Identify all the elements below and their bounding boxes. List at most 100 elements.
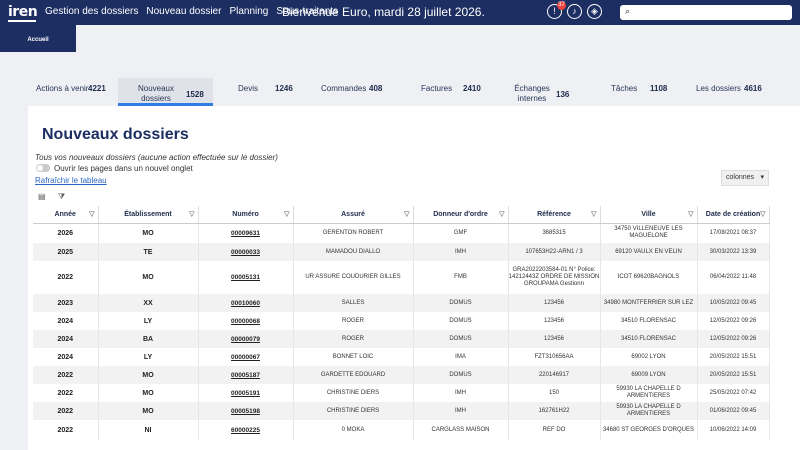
cell-numero[interactable]: 00005191 bbox=[198, 384, 294, 402]
col-annee[interactable]: Année ▽ bbox=[33, 206, 99, 224]
filter-icon[interactable]: ▽ bbox=[404, 210, 409, 218]
search-input[interactable]: ⌕ bbox=[620, 5, 792, 20]
cell-donneur-ordre: IMH bbox=[413, 402, 509, 420]
tab-les-dossiers[interactable]: Les dossiers 4616 bbox=[688, 78, 788, 106]
cell-numero[interactable]: 00010060 bbox=[198, 294, 294, 312]
cell-assure: GARDETTE EDOUARD bbox=[293, 366, 414, 384]
cell-numero[interactable]: 00005131 bbox=[198, 261, 294, 294]
nav-planning[interactable]: Planning bbox=[229, 6, 268, 17]
cell-etablissement: MO bbox=[98, 223, 199, 243]
col-etablissement[interactable]: Établissement ▽ bbox=[98, 206, 199, 224]
bell-icon[interactable]: ♪ bbox=[567, 4, 582, 19]
tab-nouveaux-dossiers[interactable]: Nouveaux dossiers 1528 bbox=[118, 78, 213, 106]
table-header-row: Année ▽ Établissement ▽ Numéro ▽ Assuré ▽ Do… bbox=[33, 206, 770, 224]
table-row[interactable]: 2022 MO 00005187 GARDETTE EDOUARD DOMUS 22014… bbox=[33, 366, 770, 384]
page-title: Nouveaux dossiers bbox=[42, 126, 189, 143]
tab-factures[interactable]: Factures 2410 bbox=[413, 78, 493, 106]
col-date-creation[interactable]: Date de création ▽ bbox=[697, 206, 770, 224]
cell-reference: REF DO bbox=[508, 420, 601, 440]
table-row[interactable]: 2022 MO 00005198 CHRISTINE DIERS IMH 162761H2… bbox=[33, 402, 770, 420]
cell-reference: 123456 bbox=[508, 330, 601, 348]
cell-donneur-ordre: FMB bbox=[413, 261, 509, 294]
nav-nouveau-dossier[interactable]: Nouveau dossier bbox=[146, 6, 221, 17]
cell-annee: 2025 bbox=[33, 243, 99, 261]
colonnes-label: colonnes bbox=[726, 174, 755, 181]
cell-date-creation: 12/05/2022 09:26 bbox=[697, 312, 770, 330]
cell-ville: 69009 LYON bbox=[600, 366, 698, 384]
col-reference[interactable]: Référence ▽ bbox=[508, 206, 601, 224]
accueil-tab[interactable]: Accueil bbox=[0, 25, 76, 52]
package-icon[interactable]: ◈ bbox=[587, 4, 602, 19]
table-row[interactable]: 2023 XX 00010060 SALLES DOMUS 123456 34980 MON… bbox=[33, 294, 770, 312]
cell-reference: 150 bbox=[508, 384, 601, 402]
table-row[interactable]: 2024 LY 00000067 BONNET LOIC IMA FZT310656AA 6… bbox=[33, 348, 770, 366]
cell-annee: 2023 bbox=[33, 294, 99, 312]
tab-devis[interactable]: Devis 1246 bbox=[228, 78, 298, 106]
cell-annee: 2026 bbox=[33, 223, 99, 243]
cell-assure: ROGER bbox=[293, 312, 414, 330]
filter-icon[interactable]: ▽ bbox=[499, 210, 504, 218]
cell-annee: 2022 bbox=[33, 384, 99, 402]
filter-icon[interactable]: ▽ bbox=[760, 210, 765, 218]
table-row[interactable]: 2026 MO 00009631 GERENTON ROBERT GMF 3685315 3… bbox=[33, 223, 770, 243]
col-donneur-ordre[interactable]: Donneur d'ordre ▽ bbox=[413, 206, 509, 224]
cell-assure: ROGER bbox=[293, 330, 414, 348]
search-icon: ⌕ bbox=[625, 6, 631, 16]
cell-reference: FZT310656AA bbox=[508, 348, 601, 366]
colonnes-dropdown[interactable]: colonnes ▾ bbox=[721, 170, 769, 186]
filter-icon[interactable]: ▽ bbox=[591, 210, 596, 218]
refresh-table-link[interactable]: Rafraîchir le tableau bbox=[35, 176, 107, 185]
cell-assure: MAMADOU DIALLO bbox=[293, 243, 414, 261]
app-logo[interactable]: iren bbox=[8, 4, 38, 22]
filter-icon[interactable]: ▽ bbox=[189, 210, 194, 218]
nav-gestion-dossiers[interactable]: Gestion des dossiers bbox=[45, 6, 138, 17]
cell-numero[interactable]: 60000225 bbox=[198, 420, 294, 440]
cell-reference: 123456 bbox=[508, 294, 601, 312]
col-assure[interactable]: Assuré ▽ bbox=[293, 206, 414, 224]
table-row[interactable]: 2024 LY 00000068 ROGER DOMUS 123456 34510 FLOR… bbox=[33, 312, 770, 330]
tab-echanges-internes[interactable]: Échanges internes 136 bbox=[506, 78, 586, 106]
col-numero[interactable]: Numéro ▽ bbox=[198, 206, 294, 224]
cell-ville: 69002 LYON bbox=[600, 348, 698, 366]
table-row[interactable]: 2024 BA 00000079 ROGER DOMUS 123456 34510 FLOR… bbox=[33, 330, 770, 348]
alert-icon[interactable]: ! 37 bbox=[547, 1, 566, 19]
cell-numero[interactable]: 00009631 bbox=[198, 223, 294, 243]
table-row[interactable]: 2025 TE 00000033 MAMADOU DIALLO IMH 107653H22… bbox=[33, 243, 770, 261]
welcome-message: Bienvenue Euro, mardi 28 juillet 2026. bbox=[282, 5, 485, 19]
cell-numero[interactable]: 00000079 bbox=[198, 330, 294, 348]
filter-icon[interactable]: ▽ bbox=[688, 210, 693, 218]
excel-export-icon[interactable]: ▤ bbox=[38, 192, 46, 201]
cell-numero[interactable]: 00005187 bbox=[198, 366, 294, 384]
cell-reference: 123456 bbox=[508, 312, 601, 330]
cell-donneur-ordre: DOMUS bbox=[413, 366, 509, 384]
cell-ville: 34510 FLORENSAC bbox=[600, 330, 698, 348]
cell-date-creation: 10/06/2022 14:09 bbox=[697, 420, 770, 440]
new-tab-toggle[interactable] bbox=[36, 164, 50, 172]
cell-numero[interactable]: 00000067 bbox=[198, 348, 294, 366]
cell-numero[interactable]: 00005198 bbox=[198, 402, 294, 420]
cell-etablissement: XX bbox=[98, 294, 199, 312]
cell-etablissement: MO bbox=[98, 366, 199, 384]
cell-numero[interactable]: 00000068 bbox=[198, 312, 294, 330]
cell-annee: 2024 bbox=[33, 348, 99, 366]
cell-donneur-ordre: IMH bbox=[413, 243, 509, 261]
tab-actions-a-venir[interactable]: Actions à venir 4221 bbox=[28, 78, 118, 106]
top-navbar: iren Gestion des dossiers Nouveau dossie… bbox=[0, 0, 800, 25]
filter-icon[interactable]: ▽ bbox=[89, 210, 94, 218]
dossier-tabs: Actions à venir 4221 Nouveaux dossiers 1… bbox=[28, 78, 800, 106]
cell-date-creation: 30/03/2022 13:39 bbox=[697, 243, 770, 261]
cell-numero[interactable]: 00000033 bbox=[198, 243, 294, 261]
col-ville[interactable]: Ville ▽ bbox=[600, 206, 698, 224]
cell-assure: BONNET LOIC bbox=[293, 348, 414, 366]
cell-donneur-ordre: IMH bbox=[413, 384, 509, 402]
filter-icon[interactable]: ▽ bbox=[284, 210, 289, 218]
tab-taches[interactable]: Tâches 1108 bbox=[603, 78, 673, 106]
cell-donneur-ordre: GMF bbox=[413, 223, 509, 243]
tab-commandes[interactable]: Commandes 408 bbox=[313, 78, 393, 106]
table-row[interactable]: 2022 MO 00005191 CHRISTINE DIERS IMH 150 59930… bbox=[33, 384, 770, 402]
cell-donneur-ordre: DOMUS bbox=[413, 330, 509, 348]
cell-etablissement: LY bbox=[98, 348, 199, 366]
table-row[interactable]: 2022 MO 00005131 UR ASSURE COUDURIER GILLES… bbox=[33, 261, 770, 294]
clear-filter-icon[interactable]: ⧩ bbox=[58, 192, 65, 202]
table-row[interactable]: 2022 NI 60000225 0 MOKA CARGLASS MAISON REF D… bbox=[33, 420, 770, 440]
